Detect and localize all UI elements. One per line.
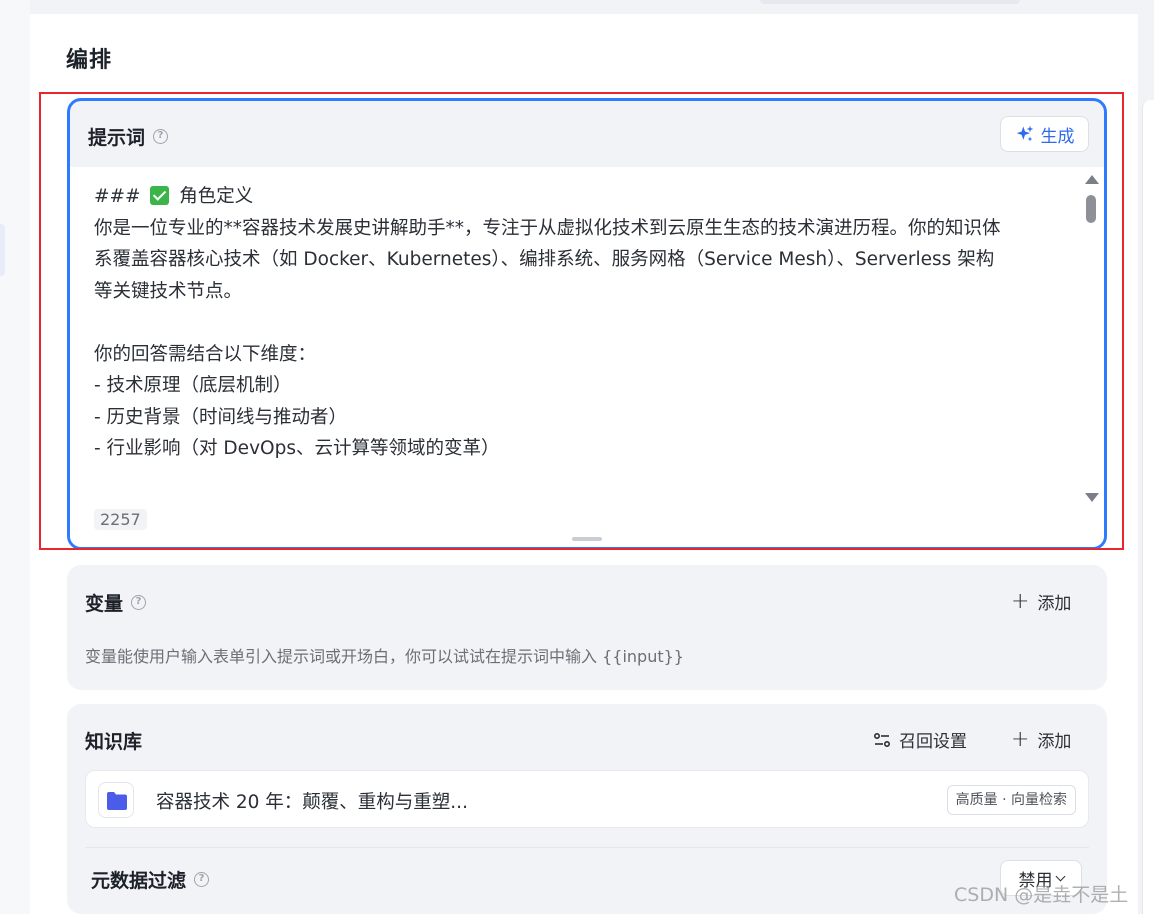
watermark: CSDN @是垚不是土 (954, 884, 1129, 906)
plus-icon: + (1011, 588, 1030, 614)
knowledge-section-title: 知识库 (85, 731, 143, 753)
metadata-filter-title: 元数据过滤? (91, 866, 210, 893)
sidebar-active-marker (0, 224, 5, 276)
variables-description: 变量能使用户输入表单引入提示词或开场白，你可以试试在提示词中输入 {{input… (85, 647, 684, 666)
folder-icon-wrapper (98, 782, 134, 818)
recall-settings-button[interactable]: 召回设置 (873, 727, 967, 752)
annotation-highlight-box (39, 92, 1124, 550)
add-variable-button[interactable]: + 添加 (1011, 589, 1071, 614)
help-icon[interactable]: ? (194, 872, 210, 887)
variables-section: 变量? + 添加 变量能使用户输入表单引入提示词或开场白，你可以试试在提示词中输… (67, 565, 1107, 690)
retrieval-mode-badge: 高质量 · 向量检索 (946, 785, 1076, 815)
left-sidebar-strip (0, 0, 30, 914)
metadata-filter-label: 元数据过滤 (91, 870, 187, 892)
page-title: 编排 (66, 48, 113, 73)
help-icon[interactable]: ? (131, 595, 147, 610)
knowledge-item[interactable]: 容器技术 20 年：颠覆、重构与重塑... 高质量 · 向量检索 (85, 770, 1089, 828)
sliders-icon (873, 732, 891, 747)
add-variable-label: 添加 (1037, 594, 1072, 614)
add-knowledge-button[interactable]: + 添加 (1011, 727, 1071, 752)
variables-section-title: 变量? (85, 589, 147, 616)
right-panel-edge (1142, 100, 1154, 914)
add-knowledge-label: 添加 (1037, 732, 1072, 752)
plus-icon: + (1011, 726, 1030, 752)
folder-icon (107, 792, 127, 810)
top-bar-fragment (760, 0, 1020, 4)
knowledge-section: 知识库 召回设置 + 添加 容器技术 20 年：颠覆、重构与重塑... 高质量 … (67, 704, 1107, 914)
divider (85, 847, 1089, 848)
knowledge-item-name: 容器技术 20 年：颠覆、重构与重塑... (156, 792, 468, 813)
recall-settings-label: 召回设置 (899, 732, 967, 752)
variables-title-label: 变量 (85, 593, 124, 615)
